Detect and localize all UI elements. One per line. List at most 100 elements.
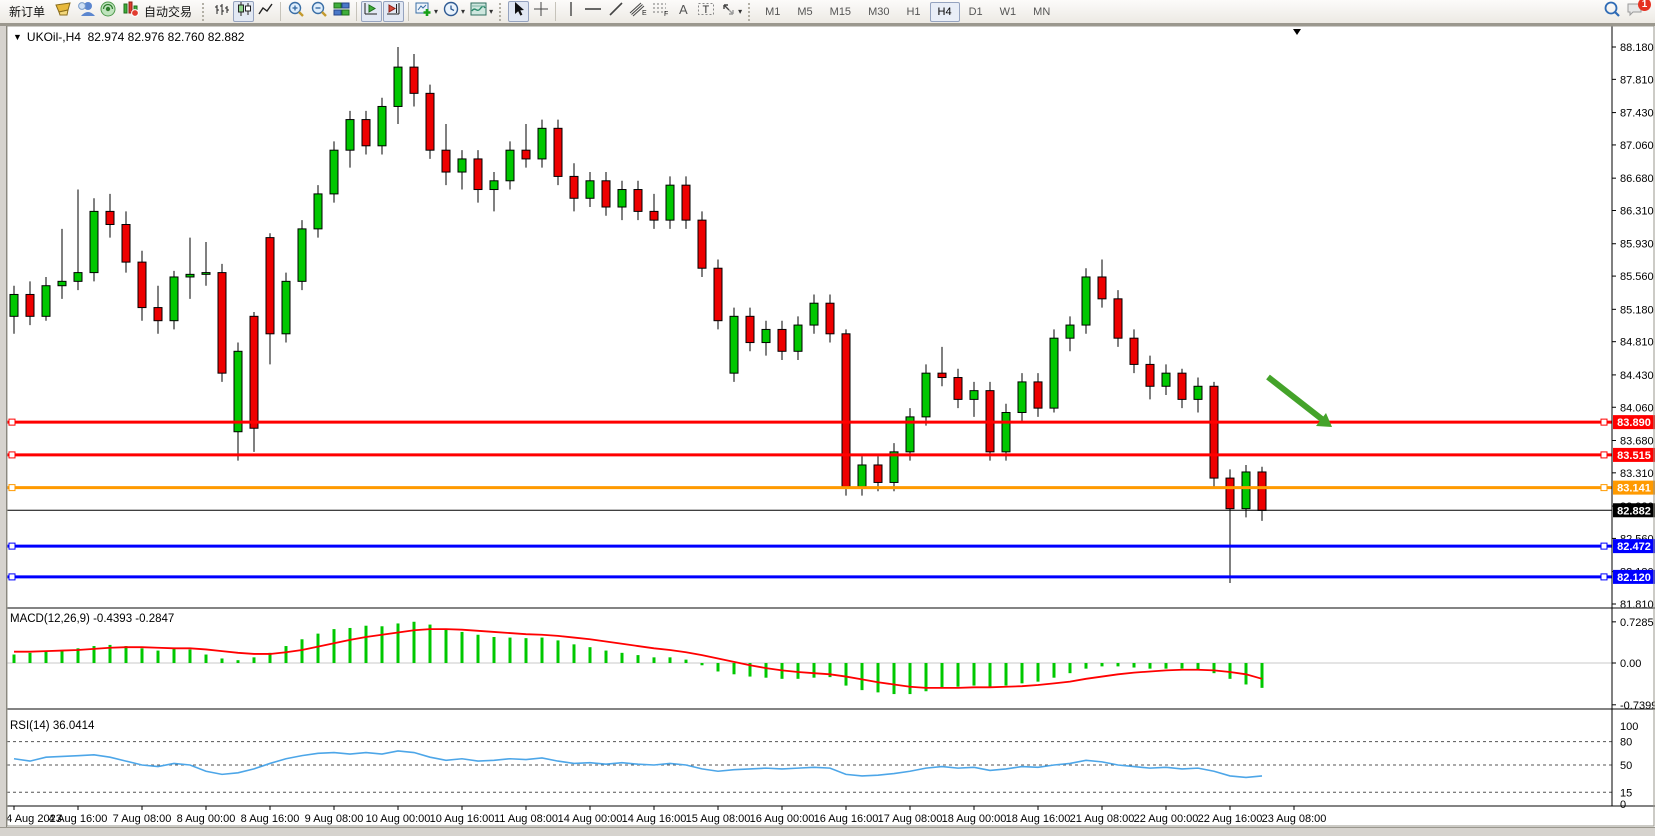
date-axis-label: 23 Aug 08:00 xyxy=(1262,813,1327,825)
date-axis-label: 16 Aug 16:00 xyxy=(814,813,879,825)
price-axis-label: 86.680 xyxy=(1620,173,1654,185)
candle-body-down xyxy=(682,185,690,220)
hline-handle[interactable] xyxy=(9,543,15,549)
timeframe-button-M1[interactable]: M1 xyxy=(757,2,788,22)
new-order-button[interactable]: 新订单 xyxy=(3,1,51,22)
toolbar-drag-handle[interactable] xyxy=(202,3,207,21)
hline-handle[interactable] xyxy=(9,419,15,425)
candle-body-up xyxy=(58,281,66,285)
new-order-ticket-button[interactable] xyxy=(52,1,74,22)
hline-handle[interactable] xyxy=(9,485,15,491)
price-axis-label: 87.430 xyxy=(1620,108,1654,120)
toolbar-drag-handle[interactable] xyxy=(499,3,504,21)
candlestick-chart-button[interactable] xyxy=(233,1,254,22)
text-button[interactable]: A xyxy=(673,1,694,22)
candle-body-up xyxy=(890,452,898,483)
candle xyxy=(522,124,530,168)
hline-handle[interactable] xyxy=(9,574,15,580)
candle-body-down xyxy=(1130,338,1138,364)
period-button[interactable]: ▾ xyxy=(441,1,467,22)
hline-handle[interactable] xyxy=(1601,419,1607,425)
arrows-icon xyxy=(720,1,737,22)
fibonacci-button[interactable]: F xyxy=(650,1,672,22)
horizontal-line-icon xyxy=(584,1,602,22)
price-badge-label: 83.890 xyxy=(1617,417,1651,429)
candle-body-up xyxy=(506,150,514,181)
date-axis-label: 8 Aug 00:00 xyxy=(177,813,236,825)
auto-trading-button[interactable]: 自动交易 xyxy=(120,1,198,22)
tile-windows-button[interactable] xyxy=(331,1,352,22)
zoom-out-button[interactable] xyxy=(308,1,330,22)
timeframe-button-M5[interactable]: M5 xyxy=(789,2,820,22)
candle xyxy=(10,286,18,334)
chart-shift-marker[interactable] xyxy=(1293,29,1301,35)
timeframe-button-H4[interactable]: H4 xyxy=(930,2,960,22)
rsi-axis-label: 50 xyxy=(1620,760,1632,772)
candle-body-down xyxy=(154,308,162,321)
channel-button[interactable]: E xyxy=(627,1,649,22)
timeframe-button-W1[interactable]: W1 xyxy=(992,2,1025,22)
vertical-line-button[interactable] xyxy=(560,1,581,22)
arrow-annotation[interactable] xyxy=(1268,377,1332,427)
trendline-button[interactable] xyxy=(605,1,626,22)
price-badge-label: 83.141 xyxy=(1617,483,1651,495)
candle-body-up xyxy=(330,150,338,194)
timeframe-button-D1[interactable]: D1 xyxy=(961,2,991,22)
toolbar-separator xyxy=(280,2,281,21)
signal-button[interactable] xyxy=(98,1,119,22)
candle xyxy=(26,281,34,325)
timeframe-button-M15[interactable]: M15 xyxy=(822,2,859,22)
price-axis-label: 83.310 xyxy=(1620,468,1654,480)
template-button[interactable]: ▾ xyxy=(468,1,495,22)
cursor-button[interactable] xyxy=(508,1,529,22)
candle-body-up xyxy=(202,273,210,275)
hline-handle[interactable] xyxy=(1601,574,1607,580)
candle xyxy=(122,211,130,272)
candle-body-down xyxy=(602,181,610,207)
candle xyxy=(554,120,562,186)
hline-handle[interactable] xyxy=(1601,485,1607,491)
horizontal-line-button[interactable] xyxy=(582,1,604,22)
candle xyxy=(906,408,914,460)
chart-shift-button[interactable] xyxy=(383,1,404,22)
candle-body-down xyxy=(1146,364,1154,386)
new-chart-button[interactable]: ▾ xyxy=(413,1,440,22)
crosshair-button[interactable] xyxy=(530,1,551,22)
timeframe-button-M30[interactable]: M30 xyxy=(860,2,897,22)
line-chart-button[interactable] xyxy=(255,1,276,22)
candle-body-down xyxy=(138,262,146,307)
candle-body-down xyxy=(106,211,114,224)
date-axis-label: 10 Aug 00:00 xyxy=(366,813,431,825)
chevron-down-icon[interactable]: ▼ xyxy=(13,32,22,42)
notification-badge: 1 xyxy=(1638,0,1651,11)
bar-chart-button[interactable] xyxy=(211,1,232,22)
arrows-button[interactable]: ▾ xyxy=(718,1,744,22)
timeframe-button-H1[interactable]: H1 xyxy=(898,2,928,22)
chart-canvas: 88.18087.81087.43087.06086.68086.31085.9… xyxy=(0,26,1655,836)
candle-body-down xyxy=(1210,386,1218,478)
date-axis-label: 17 Aug 08:00 xyxy=(878,813,943,825)
candle-body-down xyxy=(874,465,882,482)
search-button[interactable] xyxy=(1601,1,1623,22)
chat-button[interactable]: 1 xyxy=(1624,1,1646,22)
text-label-button[interactable]: T xyxy=(695,1,717,22)
toolbar-drag-handle[interactable] xyxy=(748,3,753,21)
hline-handle[interactable] xyxy=(9,452,15,458)
zoom-in-button[interactable] xyxy=(285,1,307,22)
svg-text:A: A xyxy=(679,2,688,17)
candle xyxy=(346,111,354,168)
hline-handle[interactable] xyxy=(1601,543,1607,549)
auto-scroll-button[interactable] xyxy=(361,1,382,22)
hline-handle[interactable] xyxy=(1601,452,1607,458)
candle-body-up xyxy=(378,106,386,145)
svg-text:F: F xyxy=(664,11,668,17)
candle-body-up xyxy=(1162,373,1170,386)
chart-window[interactable]: 88.18087.81087.43087.06086.68086.31085.9… xyxy=(0,26,1655,836)
profile-button[interactable] xyxy=(75,1,97,22)
candle-body-down xyxy=(634,190,642,212)
auto-scroll-icon xyxy=(363,1,380,22)
candle xyxy=(682,176,690,228)
rsi-axis-label: 0 xyxy=(1620,799,1626,811)
timeframe-button-MN[interactable]: MN xyxy=(1025,2,1058,22)
candle xyxy=(970,382,978,417)
